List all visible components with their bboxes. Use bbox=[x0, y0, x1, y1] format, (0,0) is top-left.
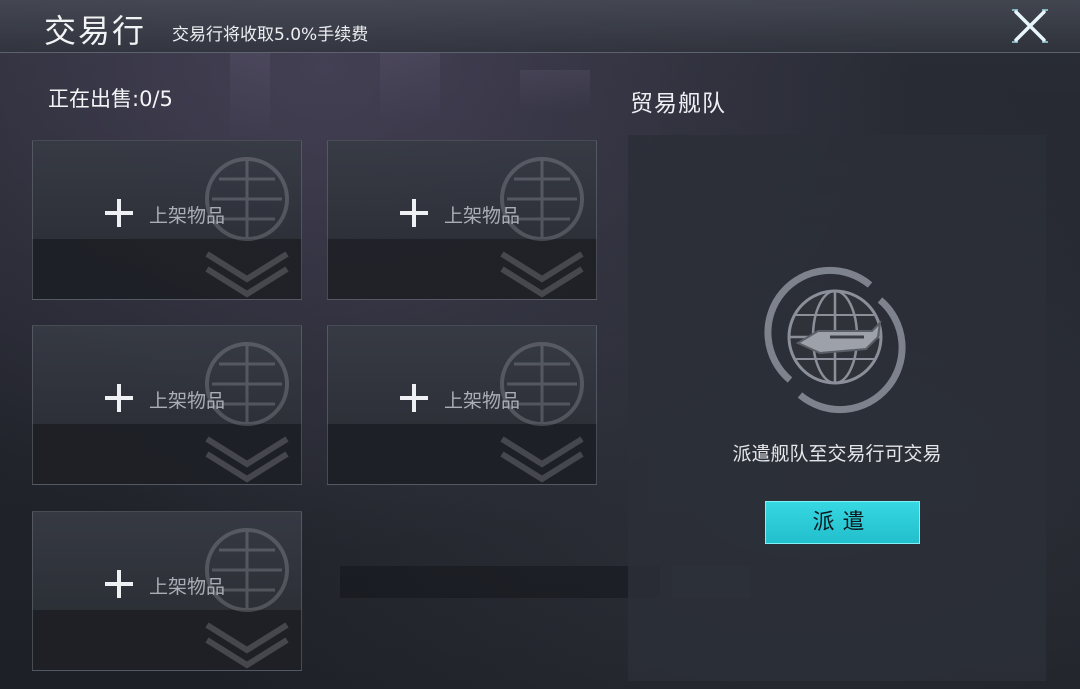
plus-icon bbox=[105, 384, 133, 412]
fleet-panel: 派遣舰队至交易行可交易 派遣 bbox=[628, 135, 1046, 681]
background-blur-bar bbox=[340, 566, 660, 598]
listing-slot-2[interactable]: 上架物品 bbox=[327, 140, 597, 300]
fee-note: 交易行将收取5.0%手续费 bbox=[172, 25, 369, 45]
slot-label: 上架物品 bbox=[149, 205, 226, 227]
globe-ship-emblem-icon bbox=[764, 266, 906, 414]
slot-label: 上架物品 bbox=[444, 390, 521, 412]
slot-label: 上架物品 bbox=[149, 390, 226, 412]
background-ship bbox=[520, 70, 590, 110]
fleet-title: 贸易舰队 bbox=[630, 91, 726, 117]
slot-label: 上架物品 bbox=[444, 205, 521, 227]
plus-icon bbox=[400, 384, 428, 412]
selling-status: 正在出售:0/5 bbox=[48, 87, 173, 111]
listing-slot-3[interactable]: 上架物品 bbox=[32, 325, 302, 485]
plus-icon bbox=[105, 199, 133, 227]
page-title: 交易行 bbox=[44, 12, 147, 50]
background-building bbox=[380, 52, 440, 122]
plus-icon bbox=[400, 199, 428, 227]
top-bar: 交易行 交易行将收取5.0%手续费 bbox=[0, 0, 1080, 53]
listing-slot-1[interactable]: 上架物品 bbox=[32, 140, 302, 300]
plus-icon bbox=[105, 570, 133, 598]
listing-slot-4[interactable]: 上架物品 bbox=[327, 325, 597, 485]
close-icon bbox=[1012, 9, 1048, 43]
listing-slot-5[interactable]: 上架物品 bbox=[32, 511, 302, 671]
fleet-description: 派遣舰队至交易行可交易 bbox=[732, 443, 942, 465]
dispatch-button[interactable]: 派遣 bbox=[765, 501, 920, 544]
slot-label: 上架物品 bbox=[149, 576, 226, 598]
background-building bbox=[230, 52, 270, 142]
close-button[interactable] bbox=[1010, 8, 1050, 44]
